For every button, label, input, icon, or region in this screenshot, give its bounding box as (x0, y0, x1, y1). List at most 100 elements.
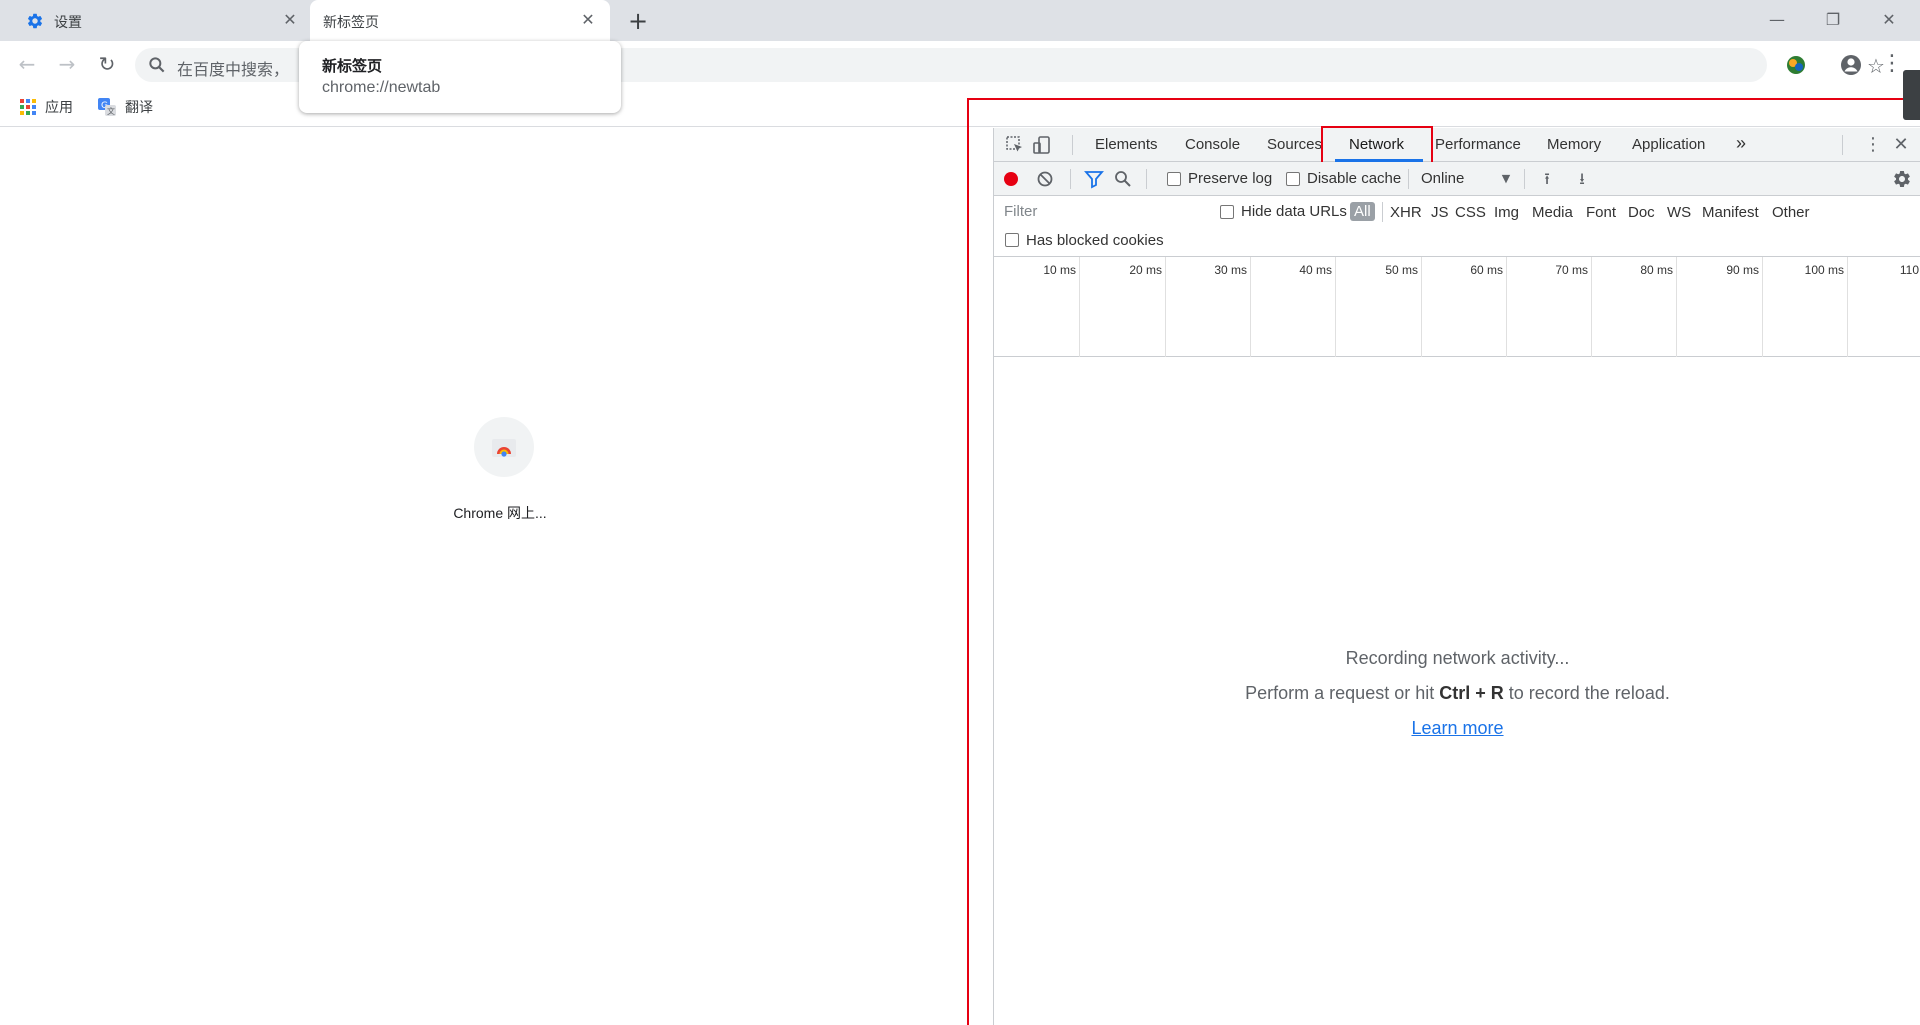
bookmark-apps[interactable]: 应用 (19, 96, 73, 118)
timeline-gridline (1165, 257, 1166, 357)
type-doc-button[interactable]: Doc (1628, 204, 1655, 221)
record-icon[interactable] (1001, 169, 1021, 189)
device-toolbar-icon[interactable] (1032, 135, 1052, 155)
more-tabs-icon[interactable]: » (1736, 133, 1746, 154)
separator (1524, 169, 1525, 189)
clear-icon[interactable] (1035, 169, 1055, 189)
tab-performance[interactable]: Performance (1435, 136, 1521, 153)
separator (1072, 135, 1073, 155)
has-blocked-cookies-label: Has blocked cookies (1026, 232, 1164, 249)
scroll-handle[interactable] (1903, 70, 1920, 120)
timeline-tick-label: 60 ms (1470, 263, 1503, 277)
devtools-close-icon[interactable]: ✕ (1891, 135, 1911, 155)
close-icon[interactable]: ✕ (280, 10, 300, 30)
network-filter-bar: Filter Hide data URLs All XHR JS CSS Img… (994, 196, 1920, 228)
bookmark-apps-label: 应用 (45, 99, 73, 115)
bookmark-translate[interactable]: G 文 翻译 (97, 96, 153, 118)
hide-data-urls-label: Hide data URLs (1241, 203, 1347, 220)
learn-more-link[interactable]: Learn more (994, 718, 1920, 739)
timeline-tick-label: 50 ms (1385, 263, 1418, 277)
tab-settings[interactable]: 设置 ✕ (0, 0, 305, 41)
reload-button[interactable]: ↻ (93, 50, 121, 78)
window-close-button[interactable]: ✕ (1866, 6, 1912, 34)
tab-console[interactable]: Console (1185, 136, 1240, 153)
type-ws-button[interactable]: WS (1667, 204, 1691, 221)
timeline-gridline (1676, 257, 1677, 357)
disable-cache-label: Disable cache (1307, 170, 1402, 187)
omnibox-placeholder: 在百度中搜索， (177, 62, 290, 79)
type-css-button[interactable]: CSS (1455, 204, 1486, 221)
hide-data-urls-checkbox[interactable] (1220, 205, 1234, 219)
timeline-gridline (1079, 257, 1080, 357)
back-button[interactable]: ← (13, 50, 41, 78)
search-icon[interactable] (1113, 169, 1133, 189)
type-media-button[interactable]: Media (1532, 204, 1573, 221)
devtools-panel: Elements Console Sources Network Perform… (993, 126, 1920, 1025)
network-overview-timeline[interactable]: 10 ms 20 ms 30 ms 40 ms 50 ms 60 ms 70 ms 80 ms… (994, 257, 1920, 357)
separator (1382, 202, 1383, 222)
type-font-button[interactable]: Font (1586, 204, 1616, 221)
minimize-button[interactable]: — (1754, 6, 1800, 34)
has-blocked-cookies-checkbox[interactable] (1005, 233, 1019, 247)
settings-gear-icon[interactable] (1892, 169, 1912, 189)
close-icon[interactable]: ✕ (578, 10, 598, 30)
hover-card-url: chrome://newtab (322, 79, 441, 96)
shortcut-tile[interactable] (474, 417, 534, 477)
export-har-icon[interactable]: ⭳ (1572, 169, 1592, 189)
shortcut-label: Chrome 网上... (453, 505, 547, 521)
forward-button[interactable]: → (53, 50, 81, 78)
tab-newtab-label: 新标签页 (323, 14, 379, 30)
tab-sources[interactable]: Sources (1267, 136, 1322, 153)
inspect-element-icon[interactable] (1005, 135, 1025, 155)
throttling-select[interactable]: Online (1421, 170, 1464, 187)
tab-memory[interactable]: Memory (1547, 136, 1601, 153)
tab-newtab[interactable]: 新标签页 ✕ (310, 0, 610, 41)
separator (1146, 169, 1147, 189)
search-icon (149, 57, 165, 73)
timeline-tick-label: 40 ms (1299, 263, 1332, 277)
type-manifest-button[interactable]: Manifest (1702, 204, 1759, 221)
new-tab-button[interactable]: + (624, 8, 652, 36)
timeline-tick-label: 70 ms (1555, 263, 1588, 277)
filter-input[interactable]: Filter (998, 200, 1196, 224)
separator (1408, 169, 1409, 189)
tab-strip: 设置 ✕ 新标签页 ✕ + — ❐ ✕ (0, 0, 1920, 41)
timeline-gridline (1335, 257, 1336, 357)
timeline-gridline (1847, 257, 1848, 357)
devtools-tabbar: Elements Console Sources Network Perform… (994, 126, 1920, 168)
hint-suffix: to record the reload. (1503, 683, 1670, 703)
devtools-menu-icon[interactable]: ⋮ (1863, 135, 1883, 155)
type-all-button[interactable]: All (1350, 202, 1375, 221)
timeline-tick-label: 100 ms (1804, 263, 1844, 277)
type-xhr-button[interactable]: XHR (1390, 204, 1422, 221)
hint-shortcut: Ctrl + R (1439, 683, 1504, 703)
timeline-gridline (1762, 257, 1763, 357)
preserve-log-checkbox[interactable] (1167, 172, 1181, 186)
empty-state-hint: Perform a request or hit Ctrl + R to rec… (994, 683, 1920, 704)
chrome-web-store-icon (492, 439, 516, 457)
extension-icon[interactable] (1785, 54, 1807, 76)
type-js-button[interactable]: JS (1431, 204, 1449, 221)
timeline-tick-label: 90 ms (1726, 263, 1759, 277)
blocked-cookies-bar: Has blocked cookies (994, 228, 1920, 257)
preserve-log-label: Preserve log (1188, 170, 1273, 187)
timeline-tick-label: 80 ms (1640, 263, 1673, 277)
menu-kebab-icon[interactable]: ⋮ (1878, 50, 1906, 78)
type-other-button[interactable]: Other (1772, 204, 1810, 221)
tab-application[interactable]: Application (1632, 136, 1705, 153)
separator (1842, 135, 1843, 155)
restore-button[interactable]: ❐ (1810, 6, 1856, 34)
tab-elements[interactable]: Elements (1095, 136, 1158, 153)
import-har-icon[interactable]: ⭱ (1537, 169, 1557, 189)
type-img-button[interactable]: Img (1494, 204, 1519, 221)
tab-hover-card: 新标签页 chrome://newtab (299, 41, 621, 113)
profile-avatar-icon[interactable] (1840, 54, 1862, 76)
timeline-tick-label: 10 ms (1043, 263, 1076, 277)
timeline-gridline (1506, 257, 1507, 357)
filter-icon[interactable] (1084, 169, 1104, 189)
disable-cache-checkbox[interactable] (1286, 172, 1300, 186)
bookmark-translate-label: 翻译 (125, 99, 153, 115)
chevron-down-icon[interactable]: ▼ (1496, 169, 1516, 189)
svg-text:文: 文 (107, 106, 115, 116)
toolbar: ← → ↻ 在百度中搜索， ☆ ⋮ (0, 41, 1920, 87)
